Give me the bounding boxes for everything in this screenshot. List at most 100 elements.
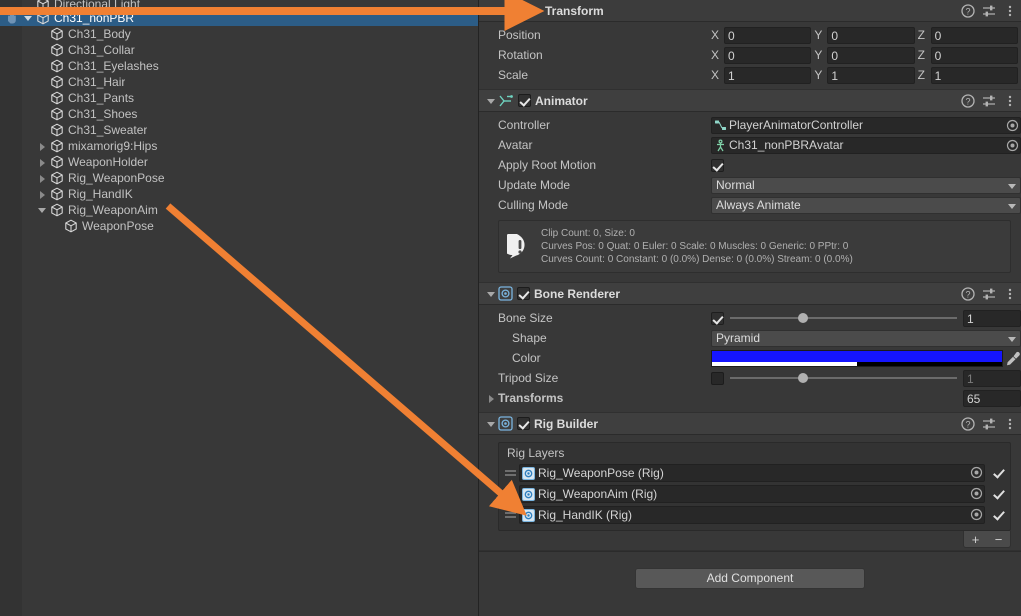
add-rig-layer-button[interactable]: + <box>972 532 980 547</box>
rig-layer-active-checkbox[interactable] <box>992 508 1006 522</box>
rig-builder-enabled-checkbox[interactable] <box>517 417 530 430</box>
update-mode-dropdown[interactable]: Normal <box>711 176 1021 194</box>
animator-component-header[interactable]: Animator ? <box>479 90 1021 112</box>
transforms-row[interactable]: Transforms 65 <box>479 388 1021 408</box>
position-y-input[interactable]: 0 <box>827 26 915 44</box>
rig-layer-picker-icon[interactable] <box>970 487 983 500</box>
foldout-icon[interactable] <box>36 202 49 218</box>
tripod-size-slider[interactable] <box>724 370 963 387</box>
animator-enabled-checkbox[interactable] <box>518 94 531 107</box>
bone-size-slider[interactable] <box>724 310 963 327</box>
rig-layer-active-checkbox[interactable] <box>992 487 1006 501</box>
hierarchy-item-directional-light[interactable]: Directional Light <box>0 0 478 11</box>
transform-body: Position X0 Y0 Z0 Rotation X0 Y0 Z0 Scal… <box>479 22 1021 90</box>
help-icon[interactable]: ? <box>961 94 975 108</box>
menu-icon[interactable] <box>1003 94 1017 108</box>
hierarchy-item-ch31-nonpbr[interactable]: Ch31_nonPBR <box>0 10 478 26</box>
hierarchy-item-mixamorig9-hips[interactable]: mixamorig9:Hips <box>0 138 478 154</box>
scale-z-input[interactable]: 1 <box>930 66 1018 84</box>
hierarchy-item-ch31-shoes[interactable]: Ch31_Shoes <box>0 106 478 122</box>
preset-icon[interactable] <box>982 4 996 18</box>
foldout-icon[interactable] <box>36 170 49 186</box>
unity-editor-window: Directional Light Ch31_nonPBR Ch31_Body Ch3… <box>0 0 1021 616</box>
rig-layer-row[interactable]: Rig_HandIK (Rig) <box>503 505 1006 525</box>
rig-layer-picker-icon[interactable] <box>970 508 983 521</box>
bone-size-checkbox[interactable] <box>711 311 724 325</box>
bone-color-swatch[interactable] <box>711 349 1003 367</box>
foldout-icon[interactable] <box>36 154 49 170</box>
apply-root-motion-checkbox[interactable] <box>711 158 724 172</box>
rig-layer-object-field[interactable]: Rig_WeaponAim (Rig) <box>519 485 985 503</box>
animator-header-icons[interactable]: ? <box>961 90 1017 112</box>
help-icon[interactable]: ? <box>961 287 975 301</box>
rig-builder-component-header[interactable]: Rig Builder ? <box>479 413 1021 435</box>
preset-icon[interactable] <box>982 287 996 301</box>
hierarchy-item-ch31-collar[interactable]: Ch31_Collar <box>0 42 478 58</box>
rig-layer-row[interactable]: Rig_WeaponAim (Rig) <box>503 484 1006 504</box>
transforms-count-input[interactable]: 65 <box>963 389 1021 407</box>
menu-icon[interactable] <box>1003 4 1017 18</box>
controller-object-field[interactable]: PlayerAnimatorController <box>711 116 1021 134</box>
preset-icon[interactable] <box>982 417 996 431</box>
hierarchy-item-weaponholder[interactable]: WeaponHolder <box>0 154 478 170</box>
transform-component-header[interactable]: Transform ? <box>479 0 1021 22</box>
bone-renderer-header-icons[interactable]: ? <box>961 283 1017 305</box>
rig-layer-picker-icon[interactable] <box>970 466 983 479</box>
culling-mode-dropdown[interactable]: Always Animate <box>711 196 1021 214</box>
bone-renderer-enabled-checkbox[interactable] <box>517 287 530 300</box>
position-z-input[interactable]: 0 <box>930 26 1018 44</box>
remove-rig-layer-button[interactable]: − <box>995 532 1003 547</box>
foldout-icon[interactable] <box>22 10 35 26</box>
axis-z-label: Z <box>917 48 925 62</box>
controller-label: Controller <box>498 118 551 132</box>
scale-x-input[interactable]: 1 <box>724 66 812 84</box>
tripod-size-input[interactable]: 1 <box>963 369 1021 387</box>
scale-y-input[interactable]: 1 <box>827 66 915 84</box>
bone-renderer-foldout-icon[interactable] <box>485 286 498 302</box>
help-icon[interactable]: ? <box>961 417 975 431</box>
foldout-icon[interactable] <box>36 186 49 202</box>
hierarchy-item-rig-weaponpose[interactable]: Rig_WeaponPose <box>0 170 478 186</box>
hierarchy-item-ch31-hair[interactable]: Ch31_Hair <box>0 74 478 90</box>
rig-layer-object-field[interactable]: Rig_WeaponPose (Rig) <box>519 464 985 482</box>
position-x-input[interactable]: 0 <box>724 26 812 44</box>
menu-icon[interactable] <box>1003 287 1017 301</box>
hierarchy-item-rig-handik[interactable]: Rig_HandIK <box>0 186 478 202</box>
foldout-icon[interactable] <box>36 138 49 154</box>
drag-handle-icon[interactable] <box>503 487 519 501</box>
tripod-size-checkbox[interactable] <box>711 371 724 385</box>
hierarchy-item-rig-weaponaim[interactable]: Rig_WeaponAim <box>0 202 478 218</box>
hierarchy-item-weaponpose[interactable]: WeaponPose <box>0 218 478 234</box>
avatar-picker-icon[interactable] <box>1006 139 1019 152</box>
transform-header-icons[interactable]: ? <box>961 0 1017 22</box>
hierarchy-item-ch31-body[interactable]: Ch31_Body <box>0 26 478 42</box>
transforms-foldout-icon[interactable] <box>485 390 498 406</box>
menu-icon[interactable] <box>1003 417 1017 431</box>
rotation-z-input[interactable]: 0 <box>930 46 1018 64</box>
hierarchy-item-ch31-eyelashes[interactable]: Ch31_Eyelashes <box>0 58 478 74</box>
hierarchy-tree[interactable]: Directional Light Ch31_nonPBR Ch31_Body Ch3… <box>0 0 478 234</box>
drag-handle-icon[interactable] <box>503 508 519 522</box>
avatar-object-field[interactable]: Ch31_nonPBRAvatar <box>711 136 1021 154</box>
bone-size-input[interactable]: 1 <box>963 309 1021 327</box>
rig-layer-rows[interactable]: Rig_WeaponPose (Rig) Rig_WeaponAim (Rig) R… <box>499 463 1010 530</box>
hierarchy-item-ch31-sweater[interactable]: Ch31_Sweater <box>0 122 478 138</box>
rig-builder-foldout-icon[interactable] <box>485 416 498 432</box>
drag-handle-icon[interactable] <box>503 466 519 480</box>
rig-layer-row[interactable]: Rig_WeaponPose (Rig) <box>503 463 1006 483</box>
rig-layer-object-field[interactable]: Rig_HandIK (Rig) <box>519 506 985 524</box>
add-component-button[interactable]: Add Component <box>635 568 865 589</box>
preset-icon[interactable] <box>982 94 996 108</box>
shape-dropdown[interactable]: Pyramid <box>711 329 1021 347</box>
controller-picker-icon[interactable] <box>1006 119 1019 132</box>
animator-foldout-icon[interactable] <box>485 93 498 109</box>
rig-builder-header-icons[interactable]: ? <box>961 413 1017 435</box>
eyedropper-icon[interactable] <box>1005 350 1021 367</box>
help-icon[interactable]: ? <box>961 4 975 18</box>
rotation-x-input[interactable]: 0 <box>724 46 812 64</box>
bone-renderer-title: Bone Renderer <box>534 286 621 301</box>
rig-layer-active-checkbox[interactable] <box>992 466 1006 480</box>
bone-renderer-component-header[interactable]: Bone Renderer ? <box>479 283 1021 305</box>
hierarchy-item-ch31-pants[interactable]: Ch31_Pants <box>0 90 478 106</box>
rotation-y-input[interactable]: 0 <box>827 46 915 64</box>
